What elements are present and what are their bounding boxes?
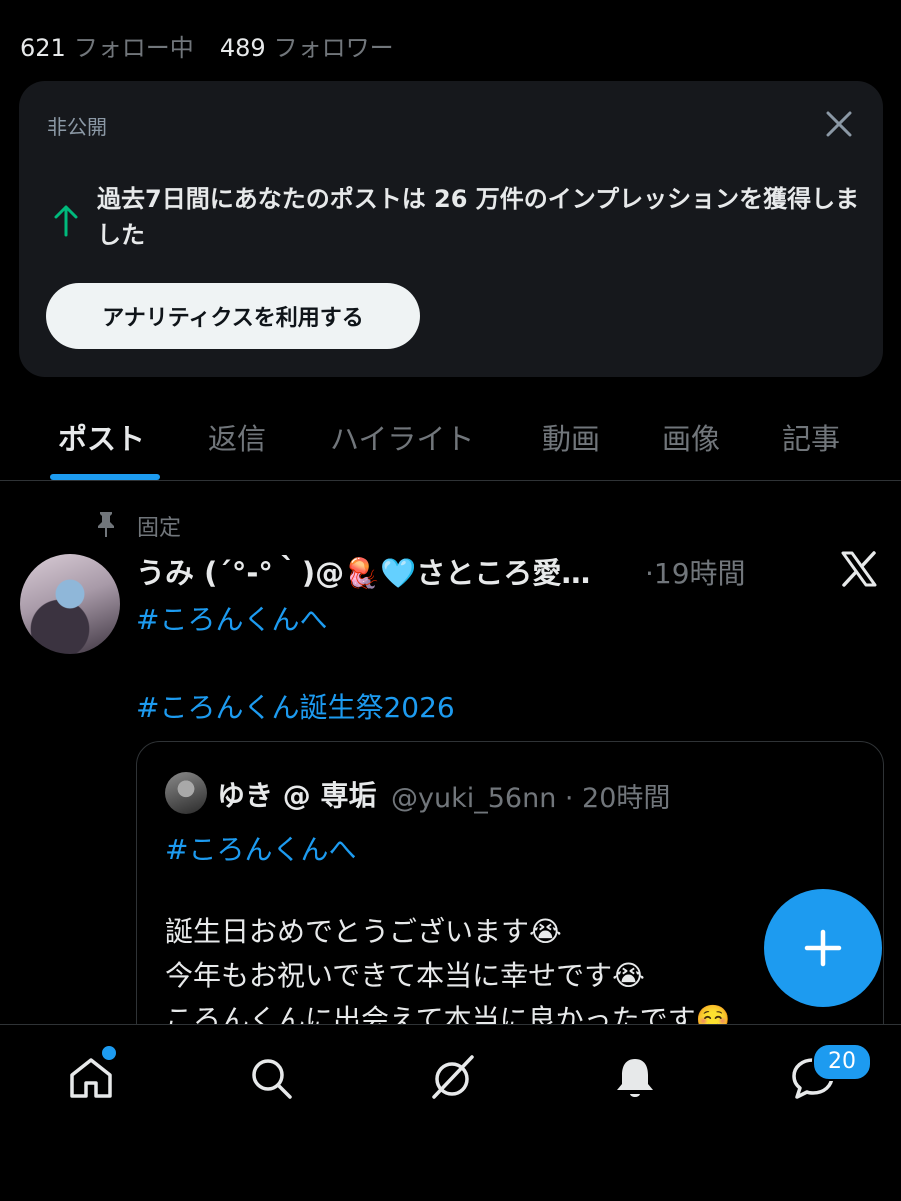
- post-author-name[interactable]: うみ (´°-°｀)@🪼🩵さところ愛…: [136, 550, 590, 592]
- follow-stats: 621 フォロー中 489 フォロワー: [20, 28, 394, 63]
- avatar[interactable]: [20, 554, 120, 654]
- hashtag-link[interactable]: #ころんくんへ: [136, 598, 327, 638]
- x-logo-icon: [840, 550, 878, 588]
- profile-tabs: ポスト 返信 ハイライト 動画 画像 記事: [0, 408, 901, 480]
- quoted-hashtag-link[interactable]: #ころんくんへ: [165, 828, 356, 868]
- quoted-avatar: [165, 772, 207, 814]
- tab-posts[interactable]: ポスト: [58, 416, 145, 458]
- tab-replies[interactable]: 返信: [208, 416, 266, 458]
- tab-highlights[interactable]: ハイライト: [330, 416, 474, 458]
- notifications-icon[interactable]: [610, 1053, 660, 1103]
- impressions-message: 過去7日間にあなたのポストは 26 万件のインプレッションを獲得しました: [97, 185, 860, 249]
- private-analytics-card: 非公開 過去7日間にあなたのポストは 26 万件のインプレッションを獲得しました…: [19, 81, 883, 377]
- bottom-nav: [0, 1024, 901, 1201]
- home-new-indicator: [100, 1044, 118, 1062]
- quoted-body-text: 誕生日おめでとうございます😭 今年もお祝いできて本当に幸せです😭 ころんくんに出…: [165, 915, 731, 1036]
- tabs-divider: [0, 480, 901, 481]
- compose-button[interactable]: [764, 889, 882, 1007]
- followers-link[interactable]: 489 フォロワー: [220, 28, 394, 63]
- plus-icon: [804, 929, 842, 967]
- messages-badge: 20: [812, 1043, 872, 1081]
- grok-icon[interactable]: [428, 1053, 478, 1103]
- pinned-label: 固定: [137, 516, 182, 541]
- hashtag-link[interactable]: #ころんくん誕生祭2026: [136, 686, 455, 726]
- quoted-author-name: ゆき @ 専垢: [217, 779, 377, 812]
- search-icon[interactable]: [246, 1053, 296, 1103]
- tab-articles[interactable]: 記事: [782, 416, 840, 458]
- tab-images[interactable]: 画像: [662, 416, 720, 458]
- arrow-up-icon: [53, 203, 79, 237]
- private-label: 非公開: [47, 115, 107, 139]
- close-icon[interactable]: [824, 109, 854, 139]
- quoted-handle-time: @yuki_56nn · 20時間: [391, 783, 671, 814]
- pin-icon: [94, 510, 118, 538]
- post-time: ·19時間: [645, 557, 746, 590]
- use-analytics-button[interactable]: アナリティクスを利用する: [46, 283, 420, 349]
- following-link[interactable]: 621 フォロー中: [20, 28, 194, 63]
- tab-videos[interactable]: 動画: [542, 416, 600, 458]
